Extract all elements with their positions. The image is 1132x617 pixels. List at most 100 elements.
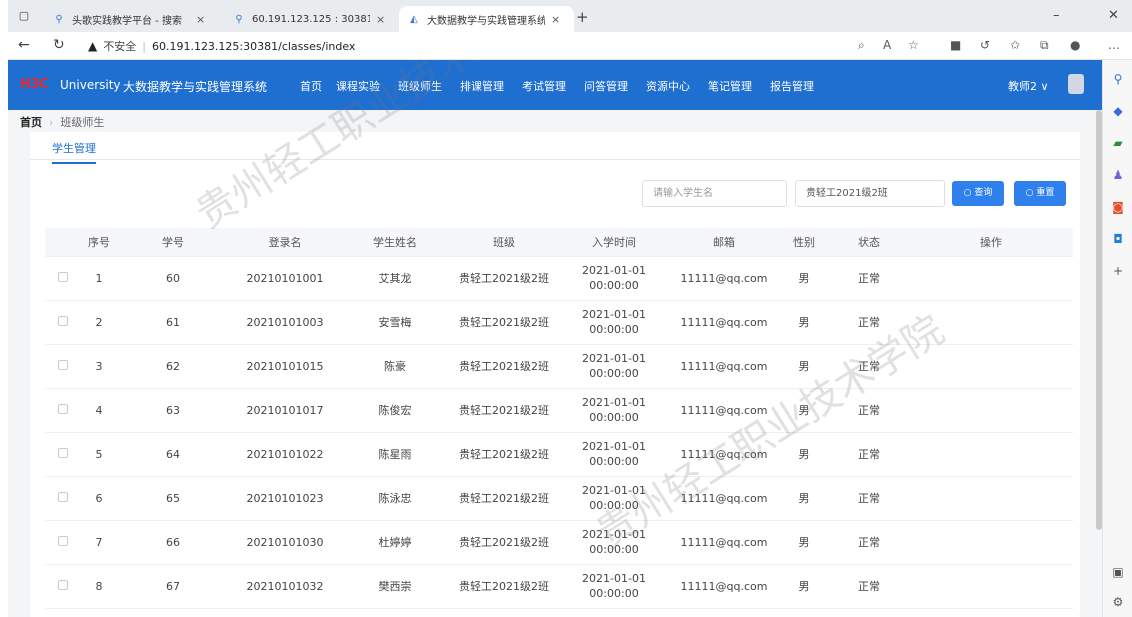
- cell-login: 20210101001: [229, 256, 341, 301]
- minimize-icon[interactable]: –: [1053, 8, 1060, 23]
- add-icon[interactable]: +: [1111, 264, 1125, 278]
- profile-icon[interactable]: ●: [1070, 38, 1080, 52]
- extensions-icon[interactable]: ⧉: [1040, 38, 1049, 53]
- browser-tab-2[interactable]: ⚲ 60.191.123.125 : 30381/traing ×: [224, 6, 399, 32]
- class-select[interactable]: 贵轻工2021级2班: [795, 180, 945, 207]
- cell-index: 1: [81, 256, 117, 301]
- row-checkbox[interactable]: [58, 315, 68, 326]
- close-tab-icon[interactable]: ×: [551, 13, 560, 26]
- menu-exams[interactable]: 考试管理: [522, 78, 584, 94]
- collections-icon[interactable]: ■: [950, 38, 961, 52]
- header-student-id: 学号: [117, 228, 229, 257]
- outlook-icon[interactable]: ◘: [1111, 232, 1125, 246]
- table-header-row: 序号 学号 登录名 学生姓名 班级 入学时间 邮箱 性别 状态 操作: [45, 228, 1073, 257]
- row-checkbox[interactable]: [58, 535, 68, 546]
- office-icon[interactable]: ◙: [1111, 200, 1125, 214]
- row-checkbox[interactable]: [58, 403, 68, 414]
- menu-home[interactable]: 首页: [300, 78, 336, 94]
- header-name: 学生姓名: [341, 228, 449, 257]
- cell-class: 贵轻工2021级2班: [449, 432, 559, 477]
- cell-class: 贵轻工2021级2班: [449, 476, 559, 521]
- cell-gender: 男: [779, 520, 829, 565]
- split-screen-icon[interactable]: ▣: [1111, 565, 1125, 579]
- cell-index: 7: [81, 520, 117, 565]
- close-window-icon[interactable]: ✕: [1108, 8, 1119, 23]
- browser-tab-1[interactable]: ⚲ 头歌实践教学平台 - 搜索 ×: [44, 6, 224, 32]
- cell-name: 陈泳忠: [341, 476, 449, 521]
- close-tab-icon[interactable]: ×: [376, 13, 385, 26]
- logo-text: University: [60, 78, 121, 92]
- app-icon: ◭: [410, 13, 418, 25]
- cell-status: 正常: [829, 300, 909, 345]
- row-checkbox[interactable]: [58, 579, 68, 590]
- table-row: 1 60 20210101001 艾其龙 贵轻工2021级2班 2021-01-…: [45, 256, 1073, 301]
- cell-class: 贵轻工2021级2班: [449, 300, 559, 345]
- cell-actions: [909, 388, 1073, 433]
- row-checkbox[interactable]: [58, 491, 68, 502]
- cell-index: 8: [81, 564, 117, 609]
- url-field[interactable]: ▲ 不安全 | 60.191.123.125:30381/classes/ind…: [88, 36, 908, 56]
- table-row: 8 67 20210101032 樊西崇 贵轻工2021级2班 2021-01-…: [45, 564, 1073, 609]
- favorite-icon[interactable]: ☆: [908, 38, 919, 52]
- close-tab-icon[interactable]: ×: [196, 13, 205, 26]
- row-checkbox[interactable]: [58, 271, 68, 282]
- browser-tab-3[interactable]: ◭ 大数据教学与实践管理系统 ×: [399, 6, 574, 32]
- header-status: 状态: [829, 228, 909, 257]
- sync-icon[interactable]: ↺: [980, 38, 990, 52]
- query-button[interactable]: ○ 查询: [952, 181, 1004, 206]
- cell-enroll-date: 2021-01-01 00:00:00: [559, 432, 669, 477]
- breadcrumb-home[interactable]: 首页: [20, 116, 42, 129]
- cell-actions: [909, 520, 1073, 565]
- edge-sidebar: ⚲ ◆ ▰ ♟ ◙ ◘ + ▣ ⚙: [1102, 60, 1132, 617]
- search-icon[interactable]: ⚲: [1111, 72, 1125, 86]
- tag-icon[interactable]: ◆: [1111, 104, 1125, 118]
- tab-strip: ▢ ⚲ 头歌实践教学平台 - 搜索 × ⚲ 60.191.123.125 : 3…: [8, 0, 1132, 32]
- new-tab-icon[interactable]: +: [576, 8, 589, 26]
- gear-icon[interactable]: ⚙: [1111, 595, 1125, 609]
- avatar[interactable]: [1068, 74, 1084, 94]
- cell-gender: 男: [779, 388, 829, 433]
- address-bar: ← ↻ ▲ 不安全 | 60.191.123.125:30381/classes…: [8, 32, 1132, 60]
- cell-status: 正常: [829, 432, 909, 477]
- menu-qa[interactable]: 问答管理: [584, 78, 646, 94]
- main-menu: 首页 课程实验 班级师生 排课管理 考试管理 问答管理 资源中心 笔记管理 报告…: [300, 78, 832, 94]
- cell-enroll-date: 2021-01-01 00:00:00: [559, 344, 669, 389]
- read-aloud-icon[interactable]: A: [883, 38, 891, 52]
- games-icon[interactable]: ♟: [1111, 168, 1125, 182]
- cell-gender: 男: [779, 344, 829, 389]
- more-icon[interactable]: …: [1108, 38, 1120, 52]
- menu-class-members[interactable]: 班级师生: [398, 78, 460, 94]
- cell-email: 11111@qq.com: [669, 388, 779, 433]
- cell-email: 11111@qq.com: [669, 432, 779, 477]
- favorites-icon[interactable]: ✩: [1010, 38, 1020, 52]
- user-menu[interactable]: 教师2 ∨: [1008, 78, 1049, 94]
- back-icon[interactable]: ←: [18, 37, 30, 53]
- cell-student-id: 61: [117, 300, 229, 345]
- cell-email: 11111@qq.com: [669, 300, 779, 345]
- menu-notes[interactable]: 笔记管理: [708, 78, 770, 94]
- row-checkbox[interactable]: [58, 447, 68, 458]
- cell-class: 贵轻工2021级2班: [449, 344, 559, 389]
- tab-student-management[interactable]: 学生管理: [52, 140, 96, 164]
- cell-status: 正常: [829, 520, 909, 565]
- menu-reports[interactable]: 报告管理: [770, 78, 832, 94]
- header-actions: 操作: [909, 228, 1073, 257]
- tab-actions-icon[interactable]: ▢: [16, 9, 32, 23]
- cell-gender: 男: [779, 300, 829, 345]
- cell-index: 4: [81, 388, 117, 433]
- menu-course-lab[interactable]: 课程实验: [336, 78, 398, 94]
- reset-button[interactable]: ○ 重置: [1014, 181, 1066, 206]
- refresh-icon[interactable]: ↻: [53, 37, 65, 53]
- cell-login: 20210101015: [229, 344, 341, 389]
- cell-student-id: 62: [117, 344, 229, 389]
- app-page: H3C University 大数据教学与实践管理系统 首页 课程实验 班级师生…: [8, 60, 1102, 617]
- cell-status: 正常: [829, 564, 909, 609]
- menu-schedule[interactable]: 排课管理: [460, 78, 522, 94]
- row-checkbox[interactable]: [58, 359, 68, 370]
- cell-gender: 男: [779, 256, 829, 301]
- cell-email: 11111@qq.com: [669, 564, 779, 609]
- lens-icon[interactable]: ⌕: [858, 38, 865, 53]
- menu-resources[interactable]: 资源中心: [646, 78, 708, 94]
- student-name-search-input[interactable]: 请输入学生名: [642, 180, 787, 207]
- briefcase-icon[interactable]: ▰: [1111, 136, 1125, 150]
